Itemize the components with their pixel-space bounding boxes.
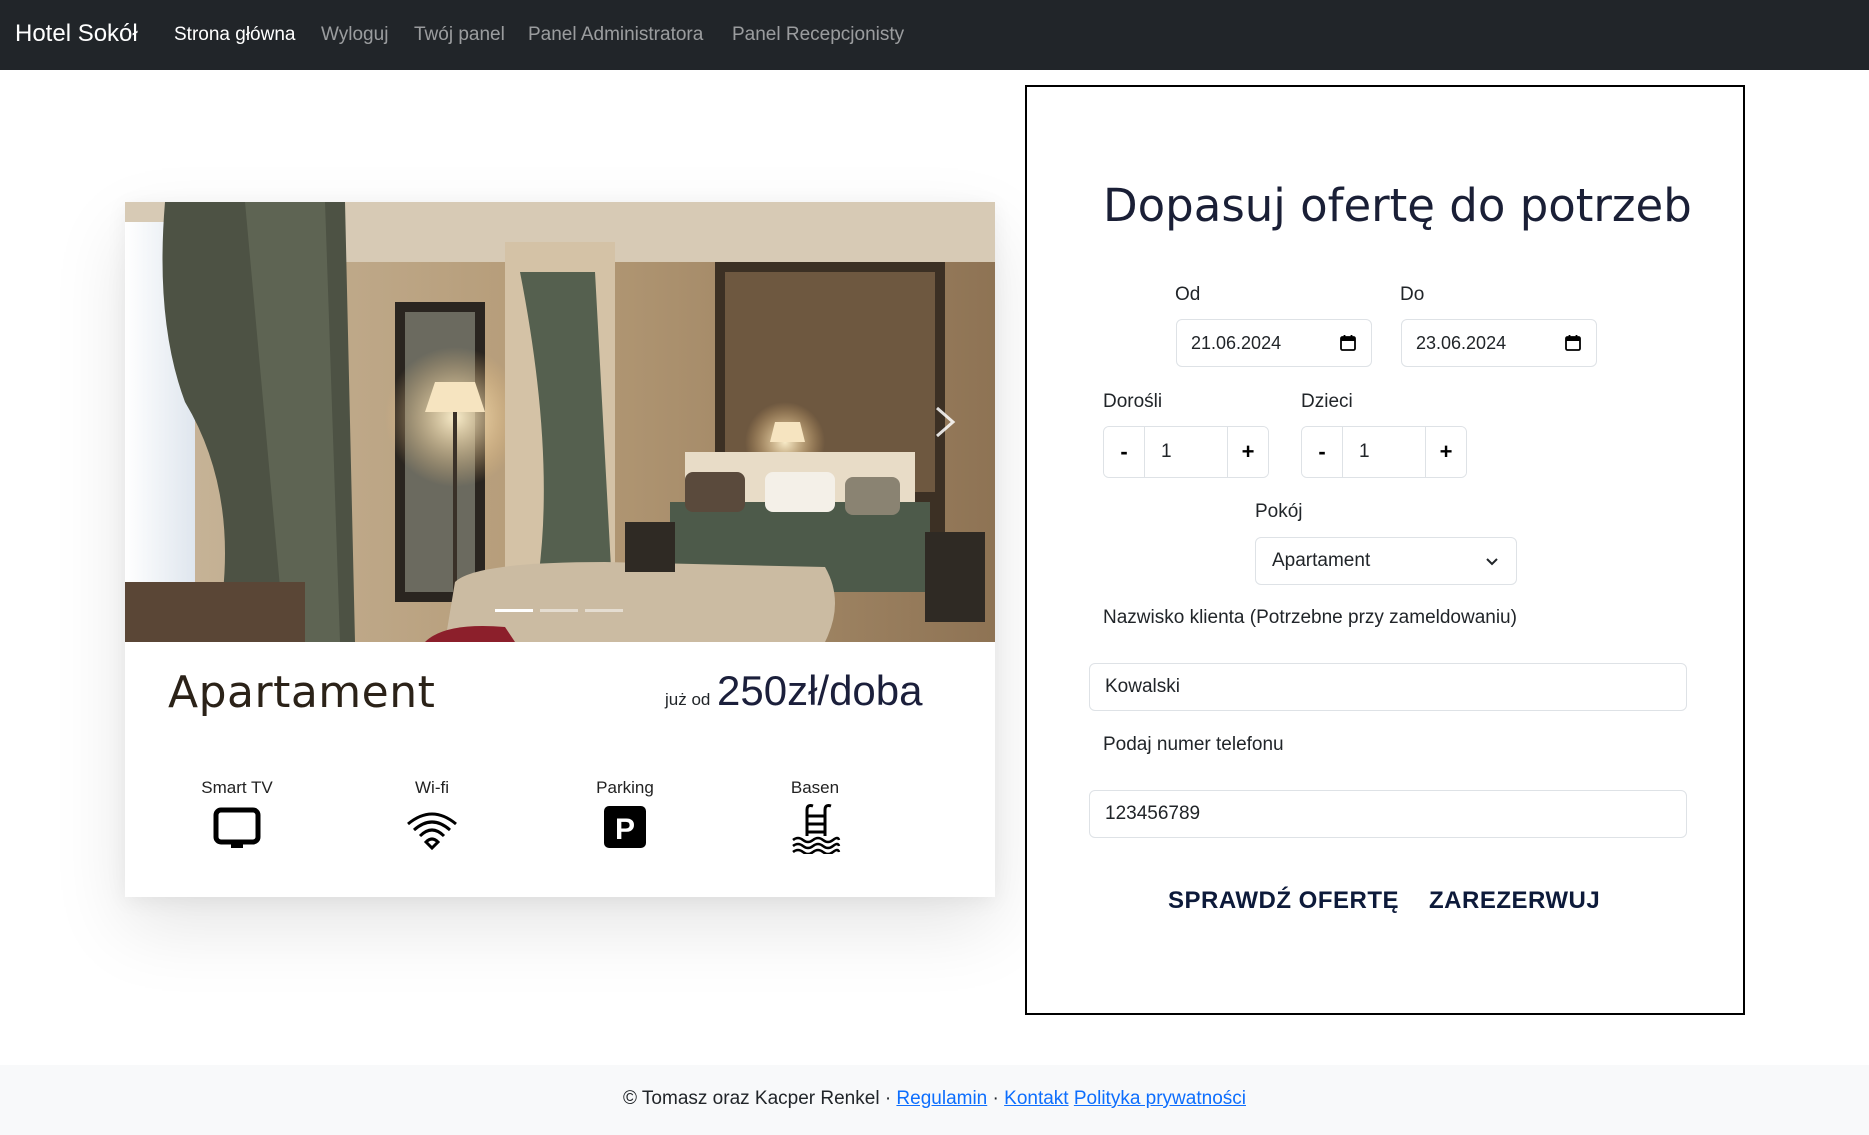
room-label: Pokój <box>1255 501 1303 522</box>
adults-input[interactable]: 1 <box>1144 427 1228 477</box>
carousel-indicator-2[interactable] <box>540 609 578 612</box>
amenity-label: Smart TV <box>201 778 273 797</box>
amenity-pool: Basen <box>755 778 875 854</box>
from-label: Od <box>1175 284 1201 305</box>
terms-link[interactable]: Regulamin <box>896 1088 987 1109</box>
carousel-indicators <box>495 606 635 616</box>
adults-plus-button[interactable]: + <box>1228 427 1268 477</box>
nav-link-user-panel[interactable]: Twój panel <box>414 24 505 46</box>
children-stepper: - 1 + <box>1301 426 1467 478</box>
surname-label: Nazwisko klienta (Potrzebne przy zameldo… <box>1103 607 1517 628</box>
adults-minus-button[interactable]: - <box>1104 427 1144 477</box>
tv-icon <box>213 807 261 848</box>
parking-icon: P <box>604 806 646 848</box>
room-select-value: Apartament <box>1272 550 1371 571</box>
chevron-down-icon <box>1486 558 1498 566</box>
phone-input[interactable]: 123456789 <box>1089 790 1687 838</box>
to-date-input[interactable]: 23.06.2024 <box>1401 319 1597 367</box>
svg-text:P: P <box>615 813 635 846</box>
book-button[interactable]: ZAREZERWUJ <box>1429 887 1600 915</box>
pool-icon <box>792 804 841 854</box>
adults-stepper: - 1 + <box>1103 426 1269 478</box>
room-price: 250zł/doba <box>717 667 923 714</box>
form-title: Dopasuj ofertę do potrzeb <box>1103 179 1692 232</box>
nav-link-admin-panel[interactable]: Panel Administratora <box>528 24 703 46</box>
amenity-label: Parking <box>596 778 654 797</box>
navbar: Hotel Sokół Strona główna Wyloguj Twój p… <box>0 0 1869 70</box>
wifi-icon <box>407 812 457 851</box>
calendar-icon[interactable] <box>1564 334 1582 352</box>
amenity-label: Wi-fi <box>415 778 449 797</box>
from-date-value: 21.06.2024 <box>1191 332 1282 353</box>
surname-input[interactable]: Kowalski <box>1089 663 1687 711</box>
price-prefix: już od <box>665 690 711 709</box>
room-select[interactable]: Apartament <box>1255 537 1517 585</box>
amenity-parking: Parking P <box>565 778 685 854</box>
children-input[interactable]: 1 <box>1342 427 1426 477</box>
phone-label: Podaj numer telefonu <box>1103 734 1284 755</box>
nav-link-home[interactable]: Strona główna <box>174 24 295 46</box>
check-offer-button[interactable]: SPRAWDŹ OFERTĘ <box>1168 887 1399 915</box>
privacy-link[interactable]: Polityka prywatności <box>1074 1088 1246 1109</box>
carousel-indicator-3[interactable] <box>585 609 623 612</box>
room-title: Apartament <box>168 667 436 718</box>
contact-link[interactable]: Kontakt <box>1004 1088 1068 1109</box>
amenity-wifi: Wi-fi <box>372 778 492 854</box>
room-photo <box>125 202 995 642</box>
brand-link[interactable]: Hotel Sokół <box>15 20 138 48</box>
copyright-text: © Tomasz oraz Kacper Renkel · <box>623 1088 897 1109</box>
from-date-input[interactable]: 21.06.2024 <box>1176 319 1372 367</box>
offer-form-panel: Dopasuj ofertę do potrzeb Od 21.06.2024 … <box>1025 85 1745 1015</box>
carousel-indicator-1[interactable] <box>495 609 533 612</box>
footer: © Tomasz oraz Kacper Renkel · Regulamin … <box>0 1065 1869 1135</box>
footer-line: © Tomasz oraz Kacper Renkel · Regulamin … <box>0 1088 1869 1110</box>
amenity-label: Basen <box>790 778 840 797</box>
carousel-next-icon[interactable] <box>915 392 975 452</box>
footer-separator: · <box>987 1088 1005 1109</box>
calendar-icon[interactable] <box>1339 334 1357 352</box>
children-plus-button[interactable]: + <box>1426 427 1466 477</box>
room-carousel <box>125 202 995 642</box>
nav-link-logout[interactable]: Wyloguj <box>321 24 388 46</box>
to-date-value: 23.06.2024 <box>1416 332 1507 353</box>
children-minus-button[interactable]: - <box>1302 427 1342 477</box>
room-card: Apartament już od 250zł/doba Smart TV Wi… <box>125 202 995 897</box>
children-label: Dzieci <box>1301 391 1353 412</box>
amenity-smart-tv: Smart TV <box>177 778 297 854</box>
adults-label: Dorośli <box>1103 391 1163 412</box>
to-label: Do <box>1400 284 1425 305</box>
nav-link-receptionist-panel[interactable]: Panel Recepcjonisty <box>732 24 904 46</box>
